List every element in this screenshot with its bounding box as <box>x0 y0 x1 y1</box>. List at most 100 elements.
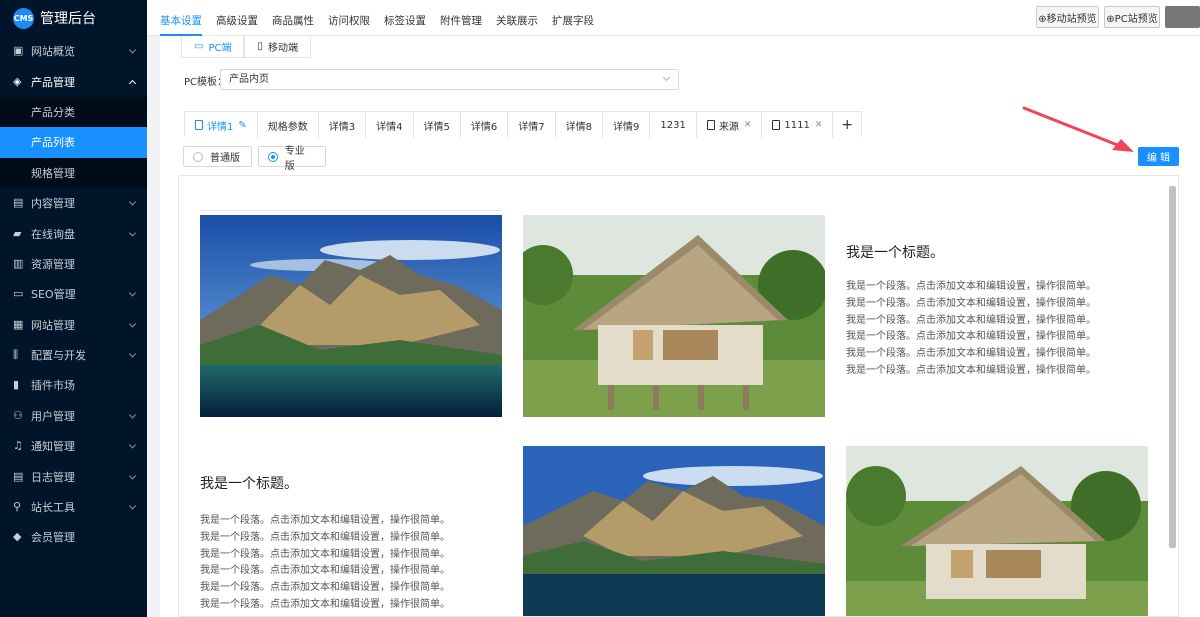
mountain-lake-image[interactable] <box>200 215 502 417</box>
user-icon: ⚇ <box>13 408 23 422</box>
detail-tab[interactable]: 1231 <box>650 112 697 138</box>
sidebar-item[interactable]: ▰ 在线询盘 <box>0 218 147 248</box>
sidebar-item[interactable]: ♫ 通知管理 <box>0 431 147 461</box>
chevron-down-icon <box>128 411 137 419</box>
sidebar-item[interactable]: ◈ 产品管理 <box>0 66 147 96</box>
top-tab[interactable]: 附件管理 <box>440 0 482 36</box>
sidebar-item[interactable]: ▮ 插件市场 <box>0 370 147 400</box>
add-tab-button[interactable]: + <box>833 112 861 138</box>
sidebar: CMS 管理后台 ▣ 网站概览 ◈ 产品管理 产品分类 产品列表 规格管理 ▤ 内容管理 ▰ 在线询… <box>0 0 147 617</box>
scrollbar[interactable] <box>1169 186 1176 548</box>
mobile-preview-button[interactable]: ⊕移动站预览 <box>1036 6 1099 28</box>
detail-tab-label: 详情5 <box>423 121 450 133</box>
top-tab[interactable]: 关联展示 <box>496 0 538 36</box>
detail-tabs: 详情1 ✎ 规格参数 详情3 详情4 详情5 详情6 详情7 详情8 详情9 1231 来源 ✕ 1111… <box>184 111 863 138</box>
browser-icon: ▦ <box>13 317 24 331</box>
paragraph-line: 我是一个段落。点击添加文本和编辑设置，操作很简单。 <box>846 331 1096 343</box>
logo[interactable]: CMS 管理后台 <box>0 0 147 36</box>
detail-tab[interactable]: 来源 ✕ <box>697 112 763 138</box>
detail-tab-label: 详情8 <box>565 121 593 133</box>
detail-tab-label: 详情9 <box>613 121 640 133</box>
top-tab[interactable]: 扩展字段 <box>552 0 594 36</box>
top-tab[interactable]: 标签设置 <box>384 0 426 36</box>
submenu-item[interactable]: 产品列表 <box>0 127 147 158</box>
sidebar-item-label: 网站概览 <box>31 45 75 59</box>
detail-tab[interactable]: 详情7 <box>508 112 556 138</box>
thatched-house-image[interactable] <box>846 446 1148 616</box>
sidebar-item[interactable]: ▤ 内容管理 <box>0 188 147 218</box>
detail-tab[interactable]: 详情8 <box>556 112 604 138</box>
sidebar-item-label: 资源管理 <box>31 257 75 271</box>
top-tab[interactable]: 访问权限 <box>328 0 370 36</box>
paragraph-line: 我是一个段落。点击添加文本和编辑设置，操作很简单。 <box>200 515 450 526</box>
detail-tab[interactable]: 详情5 <box>414 112 461 138</box>
submenu-item[interactable]: 规格管理 <box>0 158 147 188</box>
detail-tab[interactable]: 详情6 <box>461 112 509 138</box>
content-canvas[interactable]: 我是一个标题。 我是一个段落。点击添加文本和编辑设置，操作很简单。 我是一个段落… <box>178 175 1179 617</box>
sidebar-item[interactable]: ▭ SEO管理 <box>0 279 147 309</box>
mountain-lake-image[interactable] <box>523 446 825 616</box>
sidebar-menu: ▣ 网站概览 ◈ 产品管理 产品分类 产品列表 规格管理 ▤ 内容管理 ▰ 在线询盘 ▥ 资源管理 ▭ SE… <box>0 36 147 553</box>
sidebar-item-label: 日志管理 <box>31 470 75 484</box>
chevron-down-icon <box>128 441 137 449</box>
main-panel: ▭ PC端 ▯ 移动端 PC模板： 产品内页 详情1 ✎ 规格参数 详情3 详情4 详情5… <box>160 36 1200 617</box>
paragraph-line: 我是一个段落。点击添加文本和编辑设置，操作很简单。 <box>846 348 1096 360</box>
pointer-arrow-icon <box>1022 106 1134 152</box>
top-tab[interactable]: 基本设置 <box>160 0 202 36</box>
detail-tab[interactable]: 详情4 <box>366 112 414 138</box>
folder-icon: ▥ <box>13 256 24 270</box>
sidebar-item[interactable]: ▣ 网站概览 <box>0 36 147 66</box>
edition-pro-radio[interactable]: 专业版 <box>258 146 326 172</box>
radio-checked-icon <box>268 151 278 162</box>
chevron-down-icon <box>662 73 671 82</box>
top-tab[interactable]: 高级设置 <box>216 0 258 36</box>
top-tab-bar: 基本设置 高级设置 商品属性 访问权限 标签设置 附件管理 关联展示 扩展字段 ⊕移动站预览 … <box>147 0 1200 36</box>
sidebar-item[interactable]: ▤ 日志管理 <box>0 461 147 491</box>
tab-mobile[interactable]: ▯ 移动端 <box>244 36 311 58</box>
document-icon <box>706 120 715 130</box>
tab-mobile-label: 移动端 <box>267 43 298 54</box>
chevron-down-icon <box>128 228 137 237</box>
content-title-1[interactable]: 我是一个标题。 <box>846 242 944 262</box>
sidebar-item-label: 用户管理 <box>31 409 75 423</box>
detail-tab-label: 详情4 <box>376 121 403 133</box>
cube-icon: ◈ <box>13 74 22 88</box>
detail-tab[interactable]: 详情1 ✎ <box>185 112 258 138</box>
chevron-down-icon <box>128 502 137 510</box>
chevron-down-icon <box>128 198 137 206</box>
pencil-icon[interactable]: ✎ <box>238 120 246 131</box>
submenu-item[interactable]: 产品分类 <box>0 97 147 127</box>
sidebar-item[interactable]: ⚲ 站长工具 <box>0 492 147 522</box>
divider <box>200 210 502 211</box>
sidebar-item[interactable]: ▥ 资源管理 <box>0 249 147 279</box>
edit-button[interactable]: 编 辑 <box>1138 147 1179 166</box>
sidebar-item[interactable]: ◆ 会员管理 <box>0 522 147 552</box>
lock-icon: ▮ <box>13 378 20 392</box>
log-icon: ▤ <box>13 469 24 483</box>
thatched-house-image[interactable] <box>523 215 825 417</box>
sidebar-item[interactable]: ▦ 网站管理 <box>0 310 147 340</box>
content-title-2[interactable]: 我是一个标题。 <box>200 473 298 493</box>
pc-preview-button[interactable]: ⊕PC站预览 <box>1104 6 1160 28</box>
detail-tab[interactable]: 规格参数 <box>258 112 319 138</box>
dashboard-icon: ▣ <box>13 44 24 58</box>
paragraph-line: 我是一个段落。点击添加文本和编辑设置，操作很简单。 <box>200 598 450 610</box>
tab-pc[interactable]: ▭ PC端 <box>181 36 245 58</box>
detail-tab[interactable]: 详情3 <box>319 112 367 138</box>
device-tabs: ▭ PC端 ▯ 移动端 <box>181 36 311 58</box>
content-paragraph-2[interactable]: 我是一个段落。点击添加文本和编辑设置，操作很简单。 我是一个段落。点击添加文本和… <box>200 513 460 614</box>
edition-normal-radio[interactable]: 普通版 <box>183 146 252 167</box>
top-tab[interactable]: 商品属性 <box>272 0 314 36</box>
detail-tab[interactable]: 1111 ✕ <box>762 112 834 138</box>
sidebar-item[interactable]: ⚇ 用户管理 <box>0 401 147 431</box>
sidebar-item[interactable]: ⫼ 配置与开发 <box>0 340 147 370</box>
detail-tab-label: 详情3 <box>328 121 356 133</box>
sidebar-item-label: 内容管理 <box>31 197 75 211</box>
template-select[interactable]: 产品内页 <box>220 69 679 90</box>
more-button[interactable] <box>1165 6 1200 28</box>
close-icon[interactable]: ✕ <box>744 120 752 130</box>
paragraph-line: 我是一个段落。点击添加文本和编辑设置，操作很简单。 <box>846 314 1096 326</box>
close-icon[interactable]: ✕ <box>815 120 823 130</box>
detail-tab[interactable]: 详情9 <box>603 112 651 138</box>
content-paragraph-1[interactable]: 我是一个段落。点击添加文本和编辑设置，操作很简单。 我是一个段落。点击添加文本和… <box>846 279 1106 380</box>
